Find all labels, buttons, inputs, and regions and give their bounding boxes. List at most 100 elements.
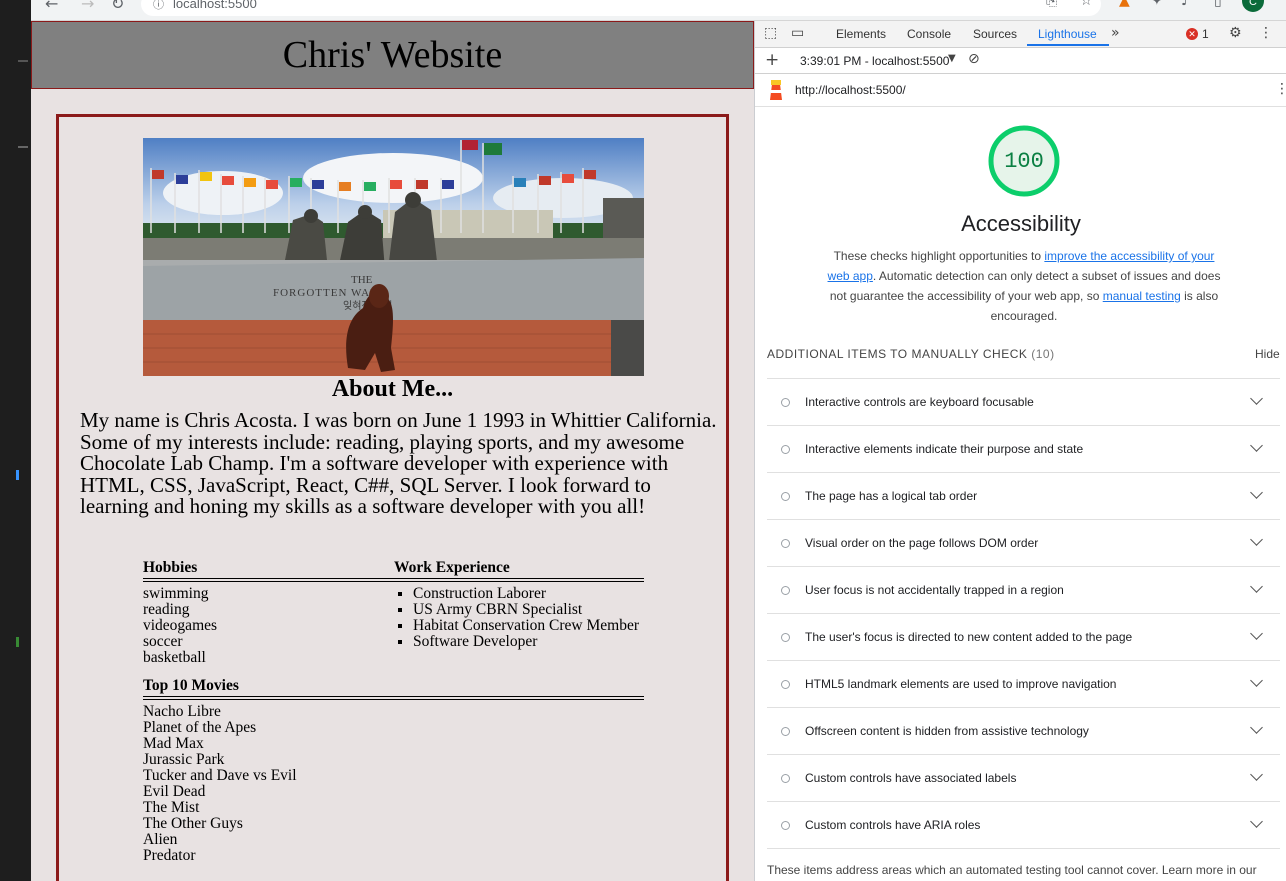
more-tabs-icon[interactable]: » — [1111, 25, 1120, 41]
list-item: Alien — [143, 831, 178, 848]
list-item: Software Developer — [413, 634, 644, 650]
chevron-down-icon — [1250, 392, 1263, 405]
audit-item[interactable]: Custom controls have associated labels — [767, 754, 1280, 801]
report-url[interactable]: http://localhost:5500/ — [795, 83, 906, 97]
list-item: Mad Max — [143, 735, 204, 752]
profile-avatar[interactable]: C — [1242, 0, 1264, 12]
manual-audit-icon — [781, 539, 790, 548]
tab-lighthouse[interactable]: Lighthouse — [1038, 27, 1097, 41]
side-panel-icon[interactable]: ▯ — [1214, 0, 1222, 9]
work-heading: Work Experience — [394, 560, 644, 582]
list-item: soccer — [143, 633, 183, 650]
puzzle-icon[interactable]: ✦ — [1151, 0, 1163, 9]
address-bar[interactable]: ⓘ localhost:5500 — [141, 0, 1101, 16]
audit-item[interactable]: HTML5 landmark elements are used to impr… — [767, 660, 1280, 707]
devtools-panel: ⬚ ▭ Elements Console Sources Lighthouse … — [754, 21, 1286, 881]
more-options-icon[interactable]: ⋮ — [1259, 25, 1273, 41]
work-section: Work Experience Construction Laborer US … — [394, 560, 644, 650]
list-item: videogames — [143, 617, 218, 634]
chevron-down-icon — [1250, 815, 1263, 828]
list-item: Construction Laborer — [413, 586, 644, 602]
devtools-tab-bar: ⬚ ▭ Elements Console Sources Lighthouse … — [755, 21, 1286, 48]
manual-testing-link[interactable]: manual testing — [1103, 289, 1181, 303]
tab-elements[interactable]: Elements — [836, 27, 886, 41]
forward-arrow-icon[interactable]: → — [81, 0, 94, 13]
reload-icon[interactable]: ↻ — [111, 0, 124, 13]
editor-sidebar — [0, 0, 31, 881]
lighthouse-logo-icon — [770, 80, 782, 100]
inspect-element-icon[interactable]: ⬚ — [764, 25, 777, 41]
manual-check-count: (10) — [1031, 347, 1055, 361]
share-icon[interactable]: ⎘ — [1046, 0, 1057, 9]
address-text[interactable]: localhost:5500 — [173, 0, 257, 11]
list-item: reading — [143, 601, 190, 618]
about-heading: About Me... — [331, 376, 454, 402]
audit-item[interactable]: The user's focus is directed to new cont… — [767, 613, 1280, 660]
movies-heading: Top 10 Movies — [143, 678, 644, 700]
device-toolbar-icon[interactable]: ▭ — [791, 25, 804, 41]
manual-audit-icon — [781, 445, 790, 454]
list-item: The Mist — [143, 799, 200, 816]
hobbies-heading: Hobbies — [143, 560, 394, 582]
category-title: Accessibility — [961, 211, 1081, 236]
dropdown-caret-icon[interactable]: ▼ — [948, 53, 956, 64]
hobbies-list: swimming reading videogames soccer baske… — [143, 586, 394, 666]
audit-label: HTML5 landmark elements are used to impr… — [805, 677, 1117, 691]
site-header: Chris' Website — [31, 21, 754, 89]
new-report-plus-icon[interactable]: + — [765, 50, 779, 70]
list-item: The Other Guys — [143, 815, 243, 832]
manual-audit-icon — [781, 492, 790, 501]
audit-item[interactable]: The page has a logical tab order — [767, 472, 1280, 519]
list-item: Tucker and Dave vs Evil — [143, 767, 297, 784]
error-count[interactable]: 1 — [1202, 27, 1209, 41]
media-icon[interactable]: ♪ — [1181, 0, 1190, 9]
editor-marker — [16, 637, 19, 647]
list-item: Predator — [143, 847, 196, 864]
movies-section: Top 10 Movies Nacho Libre Planet of the … — [143, 678, 644, 864]
chevron-down-icon — [1250, 674, 1263, 687]
editor-marker — [18, 60, 28, 62]
inscription-line2: FORGOTTEN WAR — [273, 287, 378, 299]
audit-item[interactable]: Visual order on the page follows DOM ord… — [767, 519, 1280, 566]
manual-audit-icon — [781, 727, 790, 736]
report-menu-icon[interactable]: ⋮ — [1275, 81, 1286, 97]
audit-label: Offscreen content is hidden from assisti… — [805, 724, 1089, 738]
hide-button[interactable]: Hide — [1255, 347, 1280, 361]
list-item: Evil Dead — [143, 783, 206, 800]
report-select[interactable]: 3:39:01 PM - localhost:5500 — [800, 54, 949, 68]
settings-gear-icon[interactable]: ⚙ — [1229, 25, 1242, 41]
audit-list: Interactive controls are keyboard focusa… — [767, 378, 1280, 849]
chevron-down-icon — [1250, 768, 1263, 781]
manual-audit-icon — [781, 633, 790, 642]
work-list: Construction Laborer US Army CBRN Specia… — [394, 586, 644, 650]
audit-item[interactable]: Offscreen content is hidden from assisti… — [767, 707, 1280, 754]
back-arrow-icon[interactable]: ← — [45, 0, 58, 13]
tab-console[interactable]: Console — [907, 27, 951, 41]
audit-item[interactable]: Interactive elements indicate their purp… — [767, 425, 1280, 472]
category-description: These checks highlight opportunities to … — [821, 246, 1227, 326]
main-content-box: THE FORGOTTEN WAR 잊혀진 전쟁 About Me... My … — [56, 114, 729, 881]
list-item: US Army CBRN Specialist — [413, 602, 644, 618]
list-item: swimming — [143, 585, 209, 602]
clear-reports-icon[interactable]: ⊘ — [968, 51, 980, 67]
extension-icon[interactable]: ▲ — [1119, 0, 1130, 9]
tab-sources[interactable]: Sources — [973, 27, 1017, 41]
site-info-icon[interactable]: ⓘ — [153, 0, 164, 12]
audit-label: Custom controls have ARIA roles — [805, 818, 981, 832]
audit-item[interactable]: Custom controls have ARIA roles — [767, 801, 1280, 849]
list-item: Habitat Conservation Crew Member — [413, 618, 644, 634]
error-icon[interactable]: ✕ — [1186, 28, 1198, 40]
manual-check-footnote: These items address areas which an autom… — [767, 863, 1257, 877]
audit-item[interactable]: User focus is not accidentally trapped i… — [767, 566, 1280, 613]
audit-item[interactable]: Interactive controls are keyboard focusa… — [767, 378, 1280, 425]
memorial-photo-image: THE FORGOTTEN WAR 잊혀진 전쟁 — [143, 138, 644, 376]
list-item: Nacho Libre — [143, 703, 221, 720]
list-item: Jurassic Park — [143, 751, 225, 768]
audit-label: Interactive controls are keyboard focusa… — [805, 395, 1034, 409]
manual-check-title: ADDITIONAL ITEMS TO MANUALLY CHECK — [767, 347, 1028, 361]
site-title: Chris' Website — [282, 34, 503, 76]
bookmark-star-icon[interactable]: ☆ — [1080, 0, 1093, 9]
manual-audit-icon — [781, 586, 790, 595]
manual-audit-icon — [781, 774, 790, 783]
editor-marker — [16, 470, 19, 480]
